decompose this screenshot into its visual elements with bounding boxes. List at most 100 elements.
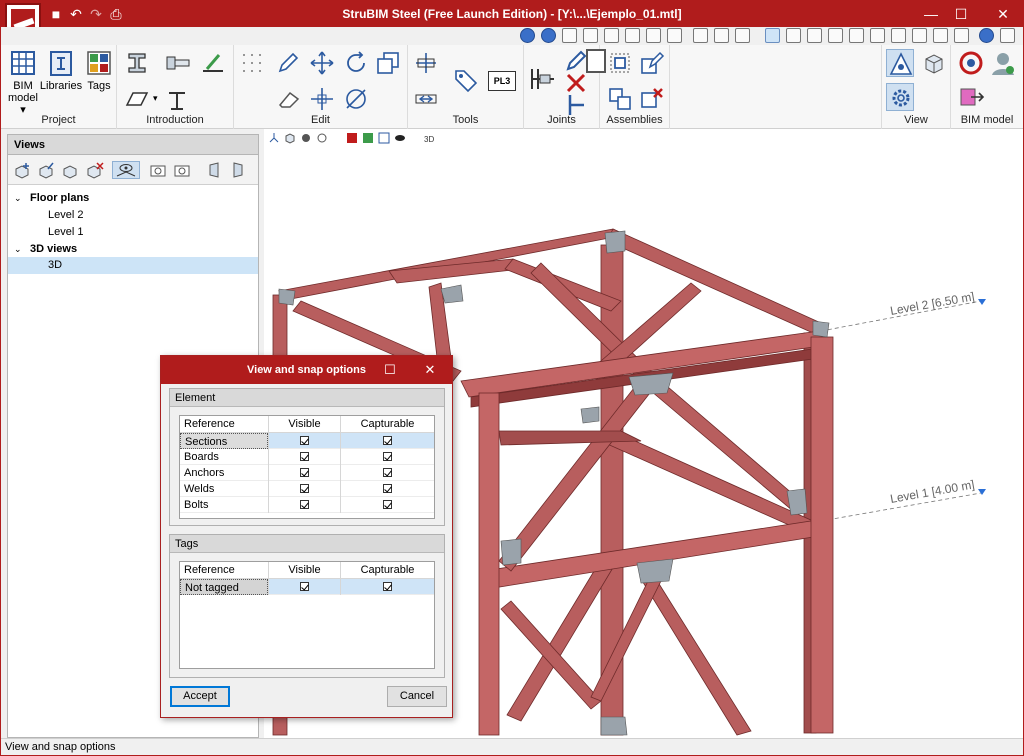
snap-magnet-icon[interactable] [735, 28, 750, 43]
tree-item-level-1[interactable]: Level 1 [8, 224, 258, 241]
anchor-icon[interactable] [163, 85, 191, 113]
color-mode-icon[interactable] [346, 132, 358, 144]
split-icon[interactable] [412, 49, 440, 77]
checkbox-checked-icon[interactable] [383, 484, 392, 493]
orbit-icon[interactable] [646, 28, 661, 43]
shaded-mode-icon[interactable] [362, 132, 374, 144]
visible-checkbox[interactable] [268, 449, 340, 465]
capturable-checkbox[interactable] [340, 465, 434, 481]
bim-export-icon[interactable] [957, 83, 985, 111]
capturable-checkbox[interactable] [340, 449, 434, 465]
measure-icon[interactable] [714, 28, 729, 43]
table-row[interactable]: Welds [180, 481, 434, 497]
bim-model-label[interactable]: BIM model ▾ [5, 80, 41, 116]
snap-grid-icon[interactable] [786, 28, 801, 43]
zoom-all-icon[interactable] [520, 28, 535, 43]
dialog-maximize-button[interactable]: ☐ [375, 356, 405, 384]
chevron-down-icon[interactable]: ▾ [153, 93, 158, 104]
table-row[interactable]: Bolts [180, 497, 434, 513]
axes-icon[interactable] [268, 132, 280, 144]
checkbox-checked-icon[interactable] [300, 582, 309, 591]
checkbox-checked-icon[interactable] [383, 452, 392, 461]
orbit-view-icon[interactable] [316, 132, 328, 144]
view-cube-icon[interactable] [920, 49, 948, 77]
checkbox-checked-icon[interactable] [383, 582, 392, 591]
align-icon[interactable] [308, 85, 336, 113]
assembly-copy-icon[interactable] [606, 85, 634, 113]
close-button[interactable]: ✕ [985, 1, 1021, 27]
assembly-edit-icon[interactable] [638, 49, 666, 77]
tree-group-floor-plans[interactable]: ⌄ Floor plans [8, 190, 258, 207]
joint-icon[interactable] [528, 65, 556, 93]
visible-checkbox[interactable] [268, 497, 340, 513]
section-icon[interactable] [693, 28, 708, 43]
edit-view-icon[interactable] [36, 161, 56, 179]
capturable-checkbox[interactable] [340, 481, 434, 497]
eraser-icon[interactable] [274, 85, 302, 113]
table-row[interactable]: Sections [180, 433, 434, 449]
grid-snap-icon[interactable] [238, 49, 266, 77]
view-settings-gear-icon[interactable] [886, 83, 914, 111]
snap-endpoint-icon[interactable] [765, 28, 780, 43]
table-row[interactable]: Anchors [180, 465, 434, 481]
cancel-button[interactable]: Cancel [387, 686, 447, 707]
dimension-icon[interactable] [933, 28, 948, 43]
capturable-checkbox[interactable] [340, 433, 434, 449]
ortho-icon[interactable] [870, 28, 885, 43]
table-row[interactable]: Not tagged [180, 579, 434, 595]
join-icon[interactable] [412, 85, 440, 113]
help-book-icon[interactable] [1000, 28, 1015, 43]
delete-view-icon[interactable] [84, 161, 104, 179]
capturable-checkbox[interactable] [340, 579, 434, 595]
checkbox-checked-icon[interactable] [300, 500, 309, 509]
tag-icon[interactable] [452, 67, 480, 95]
move-icon[interactable] [308, 49, 336, 77]
view-visibility-icon[interactable] [886, 49, 914, 77]
cube-view-icon[interactable] [284, 132, 296, 144]
bim-model-icon[interactable] [9, 49, 37, 77]
visible-checkbox[interactable] [268, 465, 340, 481]
tree-item-level-2[interactable]: Level 2 [8, 207, 258, 224]
accept-button[interactable]: Accept [170, 686, 230, 707]
web-globe-icon[interactable] [979, 28, 994, 43]
wireframe-mode-icon[interactable] [378, 132, 390, 144]
capture-view-icon[interactable] [148, 161, 168, 179]
tags-icon[interactable] [85, 49, 113, 77]
visible-checkbox[interactable] [268, 433, 340, 449]
bolt-icon[interactable] [163, 49, 191, 77]
visible-checkbox[interactable] [268, 579, 340, 595]
zoom-out-icon[interactable] [583, 28, 598, 43]
checkbox-checked-icon[interactable] [383, 436, 392, 445]
bim-sync-icon[interactable] [957, 49, 985, 77]
copy-icon[interactable] [374, 49, 402, 77]
checkbox-checked-icon[interactable] [300, 468, 309, 477]
capturable-checkbox[interactable] [340, 497, 434, 513]
plate-icon[interactable] [123, 85, 151, 113]
next-view-icon[interactable] [230, 161, 250, 179]
pl3-button[interactable]: PL3 [488, 71, 516, 91]
walk-icon[interactable] [667, 28, 682, 43]
assembly-delete-icon[interactable] [638, 85, 666, 113]
maximize-button[interactable]: ☐ [943, 1, 979, 27]
checkbox-checked-icon[interactable] [383, 468, 392, 477]
joint-doc-icon[interactable] [582, 47, 606, 73]
libraries-label[interactable]: Libraries [39, 80, 83, 92]
cursor-icon[interactable] [891, 28, 906, 43]
tree-group-3d-views[interactable]: ⌄ 3D views [8, 241, 258, 258]
snap-midpoint-icon[interactable] [828, 28, 843, 43]
tree-item-3d[interactable]: 3D [8, 257, 258, 274]
user-avatar-icon[interactable] [989, 49, 1017, 77]
pencil-edit-icon[interactable] [274, 49, 302, 77]
copy-view-icon[interactable] [60, 161, 80, 179]
table-row[interactable]: Boards [180, 449, 434, 465]
snap-distance-icon[interactable] [849, 28, 864, 43]
rotate-icon[interactable] [342, 49, 370, 77]
checkbox-checked-icon[interactable] [300, 484, 309, 493]
3d-view-icon[interactable]: 3D [424, 132, 436, 144]
zoom-previous-icon[interactable] [604, 28, 619, 43]
tags-label[interactable]: Tags [83, 80, 115, 92]
visible-checkbox[interactable] [268, 481, 340, 497]
joint-edit-icon[interactable] [562, 47, 587, 71]
assembly-create-icon[interactable] [606, 49, 634, 77]
joint-delete-icon[interactable] [562, 69, 586, 93]
